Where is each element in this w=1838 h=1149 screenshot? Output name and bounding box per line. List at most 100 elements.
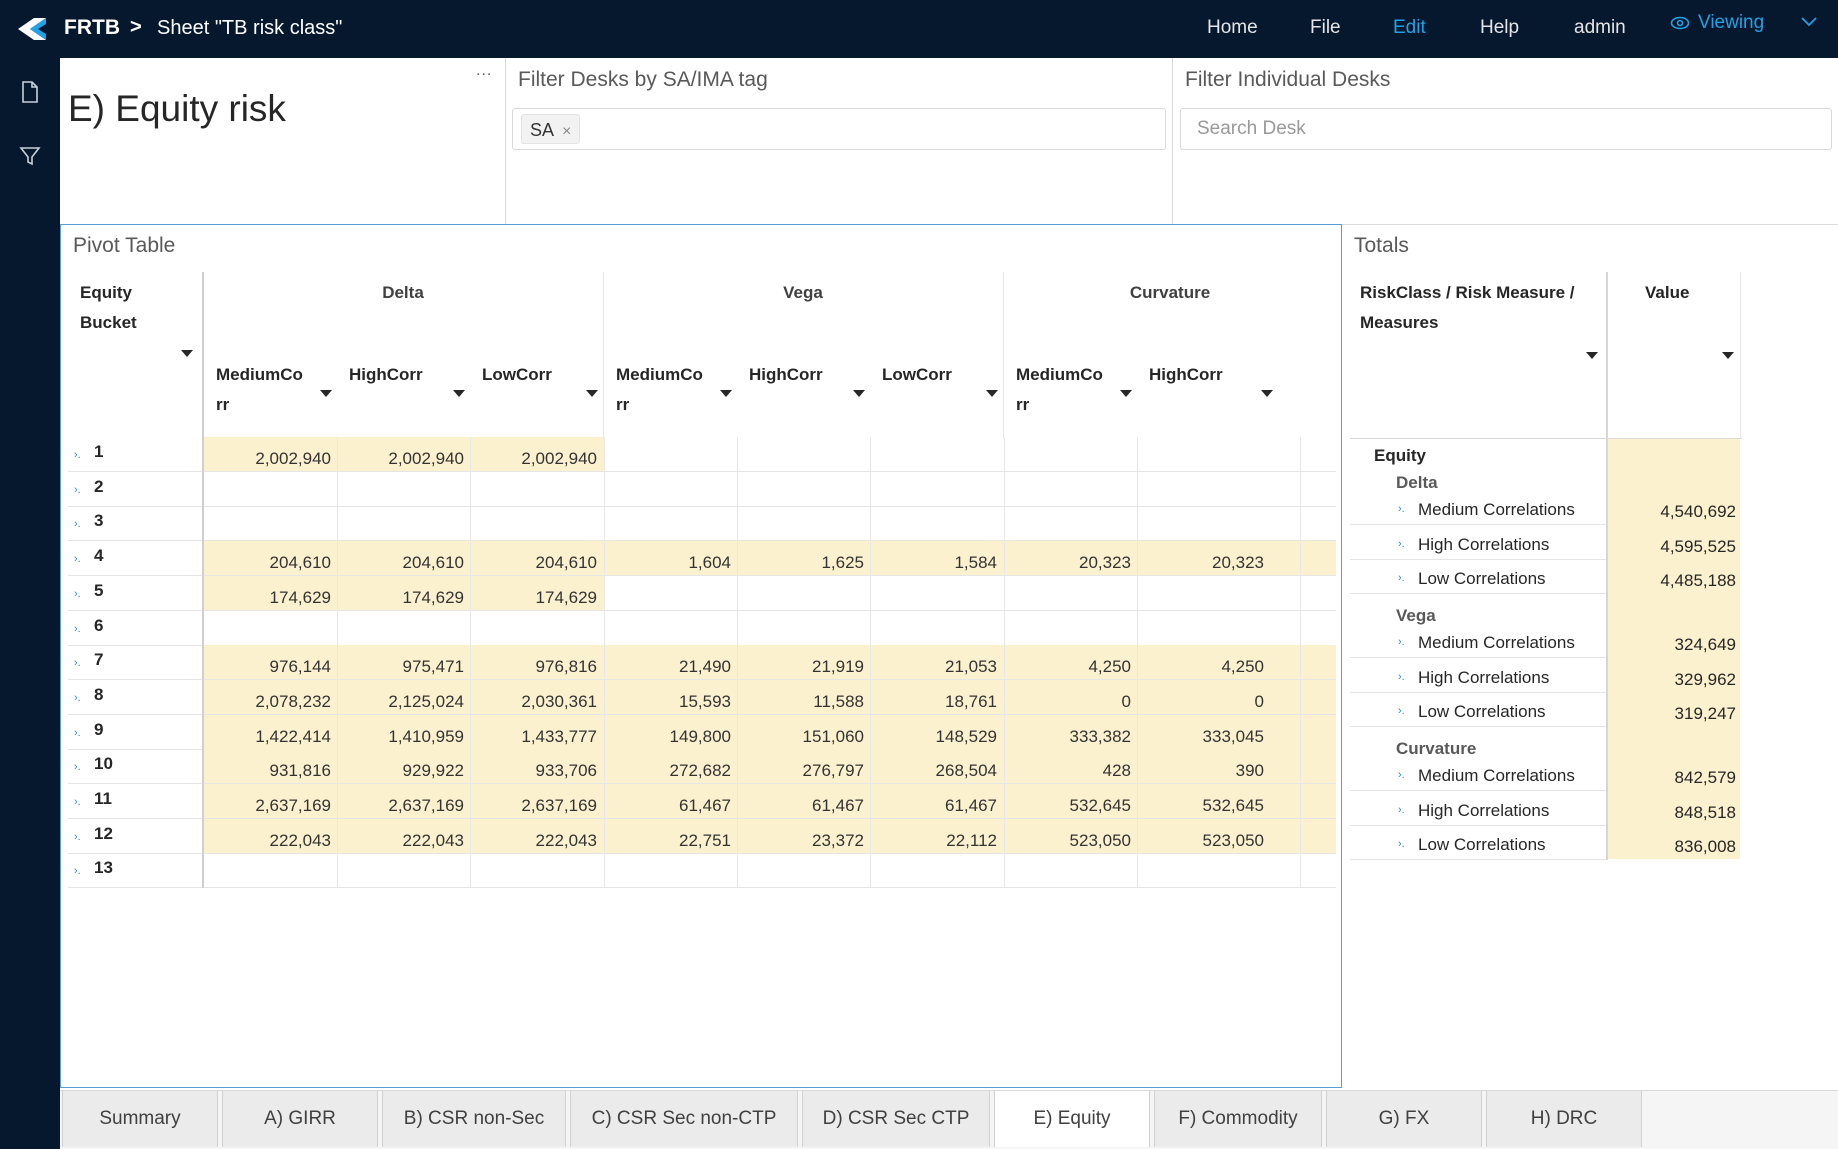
tab-girr[interactable]: A) GIRR [222,1091,378,1147]
expand-arrow-icon[interactable]: ›. [74,865,81,877]
table-cell[interactable] [470,853,603,887]
table-cell[interactable]: 276,797 [737,749,870,783]
totals-measure[interactable]: Low Correlations [1418,569,1546,589]
table-cell[interactable]: 532,645 [1004,784,1137,818]
bucket-label[interactable]: 5 [94,581,103,601]
totals-group[interactable]: Vega [1396,606,1436,626]
table-cell[interactable]: 390 [1137,749,1270,783]
table-cell[interactable]: 149,800 [604,715,737,749]
table-cell[interactable] [737,576,870,610]
table-cell[interactable] [1004,506,1137,540]
table-cell[interactable]: 174,629 [470,576,603,610]
totals-value[interactable]: 848,518 [1608,803,1736,823]
table-cell[interactable] [204,611,337,645]
expand-arrow-icon[interactable]: ›. [74,623,81,635]
expand-arrow-icon[interactable]: ›. [1398,538,1405,550]
totals-measure[interactable]: High Correlations [1418,535,1549,555]
totals-measure[interactable]: Medium Correlations [1418,500,1575,520]
table-cell[interactable]: 1,604 [604,541,737,575]
filter-icon[interactable] [18,144,42,168]
expand-arrow-icon[interactable]: ›. [1398,838,1405,850]
table-cell[interactable]: 22,112 [870,819,1003,853]
table-cell[interactable] [1004,472,1137,506]
table-cell[interactable]: 1,625 [737,541,870,575]
table-cell[interactable]: 976,144 [204,645,337,679]
sort-caret-icon[interactable] [181,350,193,357]
table-cell[interactable]: 929,922 [337,749,470,783]
table-cell[interactable] [870,853,1003,887]
table-cell[interactable] [470,472,603,506]
tab-equity[interactable]: E) Equity [994,1091,1150,1147]
table-cell[interactable]: 272,682 [604,749,737,783]
table-cell[interactable] [1137,437,1270,471]
table-cell[interactable]: 976,816 [470,645,603,679]
table-cell[interactable]: 21,490 [604,645,737,679]
table-cell[interactable]: 523,050 [1004,819,1137,853]
totals-measure[interactable]: High Correlations [1418,801,1549,821]
table-cell[interactable]: 15,593 [604,680,737,714]
bucket-label[interactable]: 7 [94,650,103,670]
table-cell[interactable]: 204,610 [337,541,470,575]
menu-admin[interactable]: admin [1574,17,1626,39]
table-cell[interactable]: 975,471 [337,645,470,679]
table-cell[interactable] [604,853,737,887]
expand-arrow-icon[interactable]: ›. [74,553,81,565]
sort-caret-icon[interactable] [453,390,465,397]
table-cell[interactable]: 1,410,959 [337,715,470,749]
table-cell[interactable]: 204,610 [204,541,337,575]
bucket-label[interactable]: 11 [94,789,112,809]
table-cell[interactable]: 2,078,232 [204,680,337,714]
table-cell[interactable] [604,506,737,540]
table-cell[interactable]: 1,433,777 [470,715,603,749]
viewing-mode-label[interactable]: Viewing [1698,12,1764,34]
expand-arrow-icon[interactable]: ›. [74,692,81,704]
bucket-label[interactable]: 1 [94,442,103,462]
bucket-label[interactable]: 9 [94,720,103,740]
table-cell[interactable] [604,437,737,471]
table-cell[interactable]: 2,637,169 [337,784,470,818]
totals-measure[interactable]: Low Correlations [1418,835,1546,855]
menu-file[interactable]: File [1310,17,1341,39]
table-cell[interactable]: 2,002,940 [337,437,470,471]
totals-measure[interactable]: Low Correlations [1418,702,1546,722]
tab-csr-sec-non-ctp[interactable]: C) CSR Sec non-CTP [570,1091,798,1147]
sort-caret-icon[interactable] [1120,390,1132,397]
table-cell[interactable]: 204,610 [470,541,603,575]
expand-arrow-icon[interactable]: ›. [1398,705,1405,717]
bucket-label[interactable]: 2 [94,477,103,497]
bucket-label[interactable]: 12 [94,824,113,844]
table-cell[interactable]: 933,706 [470,749,603,783]
menu-help[interactable]: Help [1480,17,1519,39]
table-cell[interactable]: 222,043 [470,819,603,853]
expand-arrow-icon[interactable]: ›. [1398,769,1405,781]
totals-value[interactable]: 319,247 [1608,704,1736,724]
eye-icon[interactable] [1670,15,1690,31]
expand-arrow-icon[interactable]: ›. [1398,804,1405,816]
totals-value[interactable]: 4,540,692 [1608,502,1736,522]
bucket-label[interactable]: 4 [94,546,103,566]
table-cell[interactable]: 0 [1137,680,1270,714]
more-options-icon[interactable]: ... [476,62,492,80]
table-cell[interactable]: 11,588 [737,680,870,714]
table-cell[interactable] [604,611,737,645]
table-cell[interactable]: 1,584 [870,541,1003,575]
expand-arrow-icon[interactable]: ›. [74,484,81,496]
table-cell[interactable]: 428 [1004,749,1137,783]
totals-group[interactable]: Delta [1396,473,1438,493]
expand-arrow-icon[interactable]: ›. [74,588,81,600]
totals-value[interactable]: 4,485,188 [1608,571,1736,591]
table-cell[interactable]: 4,250 [1137,645,1270,679]
table-cell[interactable]: 21,919 [737,645,870,679]
tab-fx[interactable]: G) FX [1326,1091,1482,1147]
sort-caret-icon[interactable] [1586,352,1598,359]
table-cell[interactable] [737,611,870,645]
table-cell[interactable] [870,611,1003,645]
totals-value[interactable]: 4,595,525 [1608,537,1736,557]
table-cell[interactable]: 18,761 [870,680,1003,714]
table-cell[interactable] [1004,576,1137,610]
table-cell[interactable] [737,437,870,471]
table-cell[interactable] [1004,853,1137,887]
document-icon[interactable] [18,80,42,104]
table-cell[interactable]: 2,002,940 [204,437,337,471]
totals-value[interactable]: 324,649 [1608,635,1736,655]
